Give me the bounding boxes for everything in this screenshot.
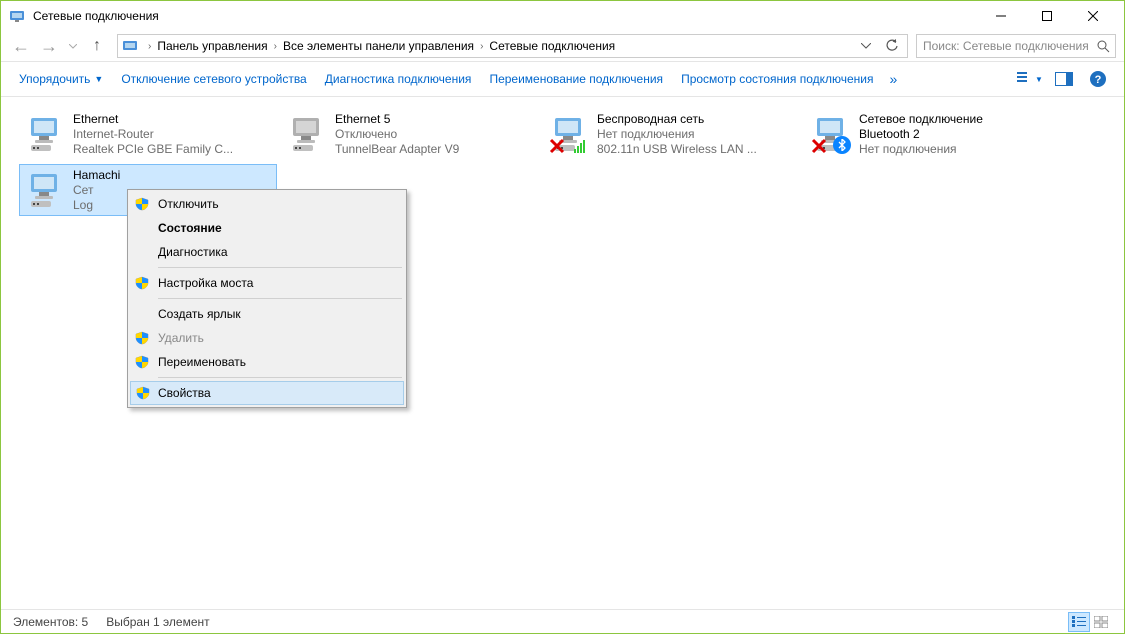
breadcrumb: › Панель управления › Все элементы панел… xyxy=(144,39,855,53)
menu-item-label: Отключить xyxy=(158,197,219,211)
caret-down-icon: ▼ xyxy=(94,74,103,84)
view-options-button[interactable]: ▼ xyxy=(1016,67,1044,91)
breadcrumb-separator[interactable]: › xyxy=(144,41,155,52)
organize-button[interactable]: Упорядочить ▼ xyxy=(13,68,109,90)
connection-item[interactable]: Сетевое подключениеBluetooth 2Нет подклю… xyxy=(805,108,1063,160)
details-view-button[interactable] xyxy=(1068,612,1090,632)
connection-name: Hamachi xyxy=(73,168,275,183)
menu-item-label: Переименовать xyxy=(158,355,246,369)
search-bar[interactable] xyxy=(916,34,1116,58)
minimize-button[interactable] xyxy=(978,1,1024,31)
menu-item[interactable]: Свойства xyxy=(130,381,404,405)
caret-down-icon: ▼ xyxy=(1035,75,1043,84)
connection-name: Ethernet 5 xyxy=(335,112,537,127)
search-icon[interactable] xyxy=(1095,40,1111,53)
network-adapter-icon xyxy=(287,114,327,154)
error-overlay-icon xyxy=(549,138,565,154)
connection-status: Internet-Router xyxy=(73,127,275,142)
uac-shield-icon xyxy=(135,331,149,345)
rename-button[interactable]: Переименование подключения xyxy=(483,68,669,90)
address-expand-button[interactable] xyxy=(855,35,877,57)
connection-name: Беспроводная сеть xyxy=(597,112,799,127)
uac-shield-icon xyxy=(136,386,150,400)
error-overlay-icon xyxy=(811,138,827,154)
connection-device: 802.11n USB Wireless LAN ... xyxy=(597,142,799,157)
bluetooth-overlay-icon xyxy=(833,136,851,154)
window-controls xyxy=(978,1,1116,31)
up-button[interactable]: ↑ xyxy=(85,34,109,58)
nav-history-dropdown[interactable] xyxy=(65,34,81,58)
preview-pane-button[interactable] xyxy=(1050,67,1078,91)
overflow-button[interactable]: » xyxy=(886,71,902,87)
menu-separator xyxy=(158,267,402,268)
maximize-button[interactable] xyxy=(1024,1,1070,31)
forward-button[interactable]: → xyxy=(37,34,61,58)
view-status-button[interactable]: Просмотр состояния подключения xyxy=(675,68,879,90)
signal-overlay-icon xyxy=(573,138,589,154)
network-adapter-icon xyxy=(25,170,65,210)
network-adapter-icon xyxy=(25,114,65,154)
refresh-button[interactable] xyxy=(881,35,903,57)
command-bar: Упорядочить ▼ Отключение сетевого устрой… xyxy=(1,61,1124,97)
breadcrumb-item[interactable]: Панель управления xyxy=(155,39,269,53)
breadcrumb-item[interactable]: Сетевые подключения xyxy=(487,39,617,53)
window-title: Сетевые подключения xyxy=(33,9,978,23)
titlebar: Сетевые подключения xyxy=(1,1,1124,31)
menu-item-label: Настройка моста xyxy=(158,276,253,290)
menu-item[interactable]: Диагностика xyxy=(130,240,404,264)
menu-item: Удалить xyxy=(130,326,404,350)
search-input[interactable] xyxy=(921,38,1095,54)
network-adapter-icon xyxy=(811,114,851,154)
connection-status: Отключено xyxy=(335,127,537,142)
breadcrumb-separator[interactable]: › xyxy=(270,41,281,52)
back-button[interactable]: ← xyxy=(9,34,33,58)
status-item-count: Элементов: 5 xyxy=(13,615,88,629)
uac-shield-icon xyxy=(135,276,149,290)
connection-device: TunnelBear Adapter V9 xyxy=(335,142,537,157)
menu-item-label: Удалить xyxy=(158,331,204,345)
breadcrumb-item[interactable]: Все элементы панели управления xyxy=(281,39,476,53)
breadcrumb-separator[interactable]: › xyxy=(476,41,487,52)
status-bar: Элементов: 5 Выбран 1 элемент xyxy=(1,609,1124,633)
svg-text:?: ? xyxy=(1095,74,1102,86)
disable-device-button[interactable]: Отключение сетевого устройства xyxy=(115,68,312,90)
context-menu: Отключить Состояние Диагностика Настройка м… xyxy=(127,189,407,408)
connection-item[interactable]: Ethernet 5ОтключеноTunnelBear Adapter V9 xyxy=(281,108,539,160)
uac-shield-icon xyxy=(135,197,149,211)
menu-item[interactable]: Переименовать xyxy=(130,350,404,374)
menu-item[interactable]: Отключить xyxy=(130,192,404,216)
address-icon xyxy=(122,38,138,54)
connection-item[interactable]: EthernetInternet-RouterRealtek PCIe GBE … xyxy=(19,108,277,160)
uac-shield-icon xyxy=(135,355,149,369)
connection-status: Нет подключения xyxy=(597,127,799,142)
menu-separator xyxy=(158,377,402,378)
help-button[interactable]: ? xyxy=(1084,67,1112,91)
connection-name: Bluetooth 2 xyxy=(859,127,1061,142)
address-bar[interactable]: › Панель управления › Все элементы панел… xyxy=(117,34,908,58)
icons-view-button[interactable] xyxy=(1090,612,1112,632)
menu-item-label: Создать ярлык xyxy=(158,307,241,321)
menu-item-label: Состояние xyxy=(158,221,222,235)
connection-item[interactable]: Беспроводная сетьНет подключения802.11n … xyxy=(543,108,801,160)
connection-name: Сетевое подключение xyxy=(859,112,1061,127)
connection-status: Нет подключения xyxy=(859,142,1061,157)
menu-item-label: Свойства xyxy=(158,386,211,400)
nav-bar: ← → ↑ › Панель управления › Все элементы… xyxy=(1,31,1124,61)
menu-item[interactable]: Состояние xyxy=(130,216,404,240)
status-selection-count: Выбран 1 элемент xyxy=(106,615,209,629)
close-button[interactable] xyxy=(1070,1,1116,31)
menu-item[interactable]: Настройка моста xyxy=(130,271,404,295)
network-adapter-icon xyxy=(549,114,589,154)
connection-name: Ethernet xyxy=(73,112,275,127)
connection-device: Realtek PCIe GBE Family C... xyxy=(73,142,275,157)
menu-item[interactable]: Создать ярлык xyxy=(130,302,404,326)
app-icon xyxy=(9,8,25,24)
diagnose-button[interactable]: Диагностика подключения xyxy=(319,68,478,90)
menu-separator xyxy=(158,298,402,299)
menu-item-label: Диагностика xyxy=(158,245,228,259)
